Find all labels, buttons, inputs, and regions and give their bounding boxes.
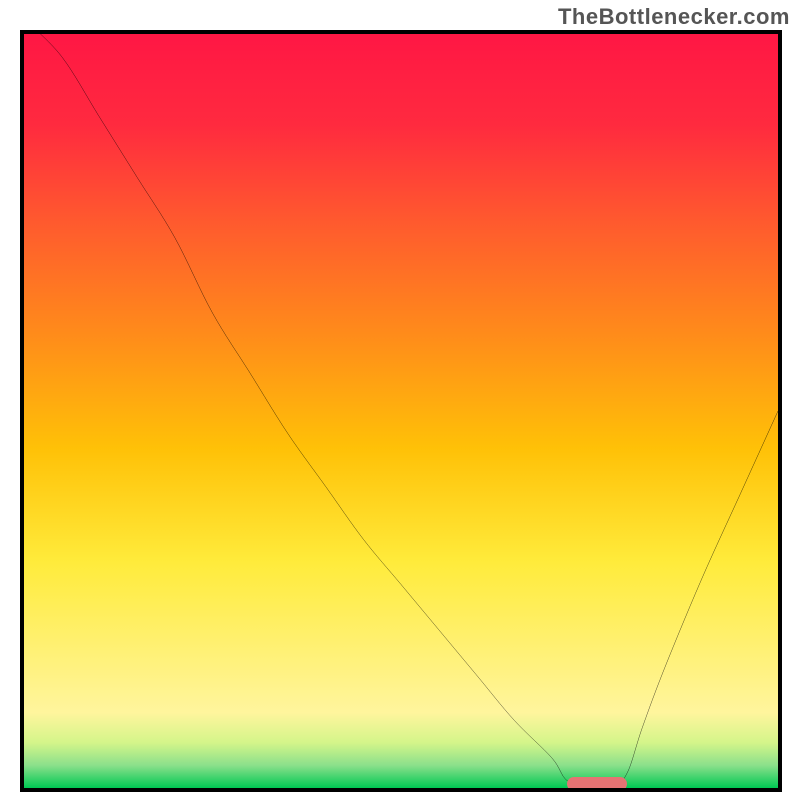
plot-area <box>24 34 778 788</box>
plot-svg <box>24 34 778 788</box>
attribution-text: TheBottlenecker.com <box>558 4 790 30</box>
gradient-background <box>24 34 778 788</box>
chart-container: TheBottlenecker.com <box>0 0 800 800</box>
highlight-marker <box>567 777 627 791</box>
plot-frame <box>20 30 782 792</box>
